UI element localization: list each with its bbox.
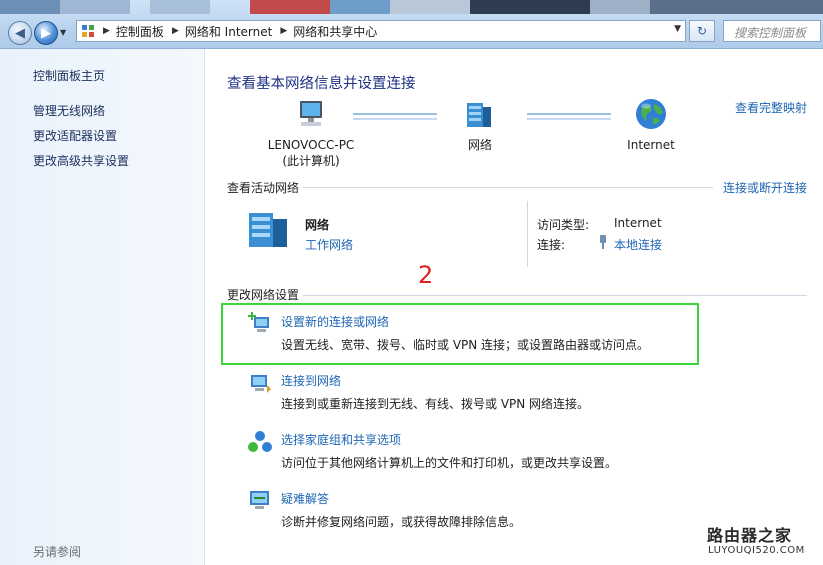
task-desc: 诊断并修复网络问题，或获得故障排除信息。	[281, 515, 522, 529]
breadcrumb-item-network-internet[interactable]: 网络和 Internet	[185, 23, 272, 40]
breadcrumb-separator-icon: ▶	[280, 26, 288, 36]
network-icon	[463, 97, 495, 133]
watermark-url: LUYOUQI520.COM	[708, 545, 805, 556]
page-title: 查看基本网络信息并设置连接	[227, 76, 416, 92]
task-connect-to-network[interactable]: 连接到网络	[281, 372, 341, 389]
local-connection-link[interactable]: 本地连接	[614, 236, 662, 253]
map-node-internet[interactable]: Internet	[613, 137, 689, 153]
section-divider	[303, 187, 713, 188]
task-setup-new-connection[interactable]: 设置新的连接或网络	[281, 313, 389, 330]
address-bar[interactable]: ▶ 控制面板 ▶ 网络和 Internet ▶ 网络和共享中心 ▼	[76, 20, 686, 42]
troubleshoot-icon	[247, 488, 273, 514]
connect-disconnect-link[interactable]: 连接或断开连接	[723, 179, 807, 196]
map-node-label: 网络	[467, 138, 492, 152]
recent-pages-dropdown[interactable]: ▼	[60, 28, 66, 37]
window-toolbar: ◀ ▶ ▼ ▶ 控制面板 ▶ 网络和 Internet ▶ 网络和共享中心 ▼ …	[0, 0, 823, 49]
control-panel-icon	[81, 24, 95, 38]
task-desc: 访问位于其他网络计算机上的文件和打印机，或更改共享设置。	[281, 456, 618, 470]
access-type-value: Internet	[614, 216, 662, 230]
see-also-label: 另请参阅	[33, 545, 82, 559]
active-network-icon	[245, 209, 293, 251]
new-connection-icon	[247, 311, 273, 337]
sidebar-item-manage-wireless[interactable]: 管理无线网络	[33, 102, 105, 119]
change-settings-header: 更改网络设置	[227, 288, 300, 302]
task-homegroup-sharing[interactable]: 选择家庭组和共享选项	[281, 431, 401, 448]
sidebar-item-control-panel-home[interactable]: 控制面板主页	[33, 67, 105, 84]
search-input[interactable]: 搜索控制面板	[723, 20, 821, 42]
sidebar-item-adapter-settings[interactable]: 更改适配器设置	[33, 127, 117, 144]
section-divider	[527, 201, 528, 267]
computer-icon	[293, 97, 329, 133]
breadcrumb-item-network-sharing-center[interactable]: 网络和共享中心	[293, 23, 377, 40]
refresh-button[interactable]: ↻	[689, 20, 715, 42]
map-node-label: LENOVOCC-PC	[267, 138, 355, 152]
map-node-computer[interactable]: LENOVOCC-PC (此计算机)	[261, 137, 361, 169]
map-connection-line	[353, 113, 437, 115]
task-troubleshoot[interactable]: 疑难解答	[281, 490, 329, 507]
map-node-sub: (此计算机)	[282, 154, 340, 168]
sidebar: 控制面板主页 管理无线网络 更改适配器设置 更改高级共享设置 另请参阅	[0, 49, 205, 565]
homegroup-icon	[247, 429, 273, 455]
back-button[interactable]: ◀	[8, 21, 32, 45]
refresh-icon: ↻	[696, 24, 708, 38]
map-connection-line	[527, 118, 611, 120]
forward-button[interactable]: ▶	[34, 21, 58, 45]
breadcrumb-item-control-panel[interactable]: 控制面板	[116, 23, 164, 40]
arrow-right-icon: ▶	[41, 25, 51, 41]
access-type-label: 访问类型:	[537, 218, 590, 232]
arrow-left-icon: ◀	[15, 25, 25, 41]
ethernet-icon	[597, 234, 609, 250]
chevron-down-icon: ▼	[60, 28, 67, 37]
map-node-network[interactable]: 网络	[445, 137, 515, 153]
map-connection-line	[527, 113, 611, 115]
map-node-label: Internet	[627, 138, 675, 152]
active-networks-header: 查看活动网络	[227, 181, 300, 195]
view-full-map-link[interactable]: 查看完整映射	[735, 99, 807, 116]
map-connection-line	[353, 118, 437, 120]
connection-label: 连接:	[537, 238, 566, 252]
breadcrumb-separator-icon: ▶	[171, 26, 179, 36]
sidebar-item-advanced-sharing[interactable]: 更改高级共享设置	[33, 152, 129, 169]
connect-network-icon	[247, 371, 273, 397]
task-desc: 设置无线、宽带、拨号、临时或 VPN 连接；或设置路由器或访问点。	[281, 338, 650, 352]
main-content: 查看基本网络信息并设置连接 查看完整映射 LENOVOCC-PC (此计算机) …	[205, 49, 823, 565]
section-divider	[303, 295, 807, 296]
watermark-logo-text: 路由器之家	[707, 526, 793, 545]
active-network-name: 网络	[305, 218, 330, 232]
network-type-link[interactable]: 工作网络	[305, 236, 353, 253]
breadcrumb-separator-icon: ▶	[103, 26, 110, 36]
task-desc: 连接到或重新连接到无线、有线、拨号或 VPN 网络连接。	[281, 397, 590, 411]
address-dropdown-icon[interactable]: ▼	[674, 24, 681, 34]
annotation-number: 2	[418, 261, 434, 289]
globe-icon	[633, 96, 669, 132]
